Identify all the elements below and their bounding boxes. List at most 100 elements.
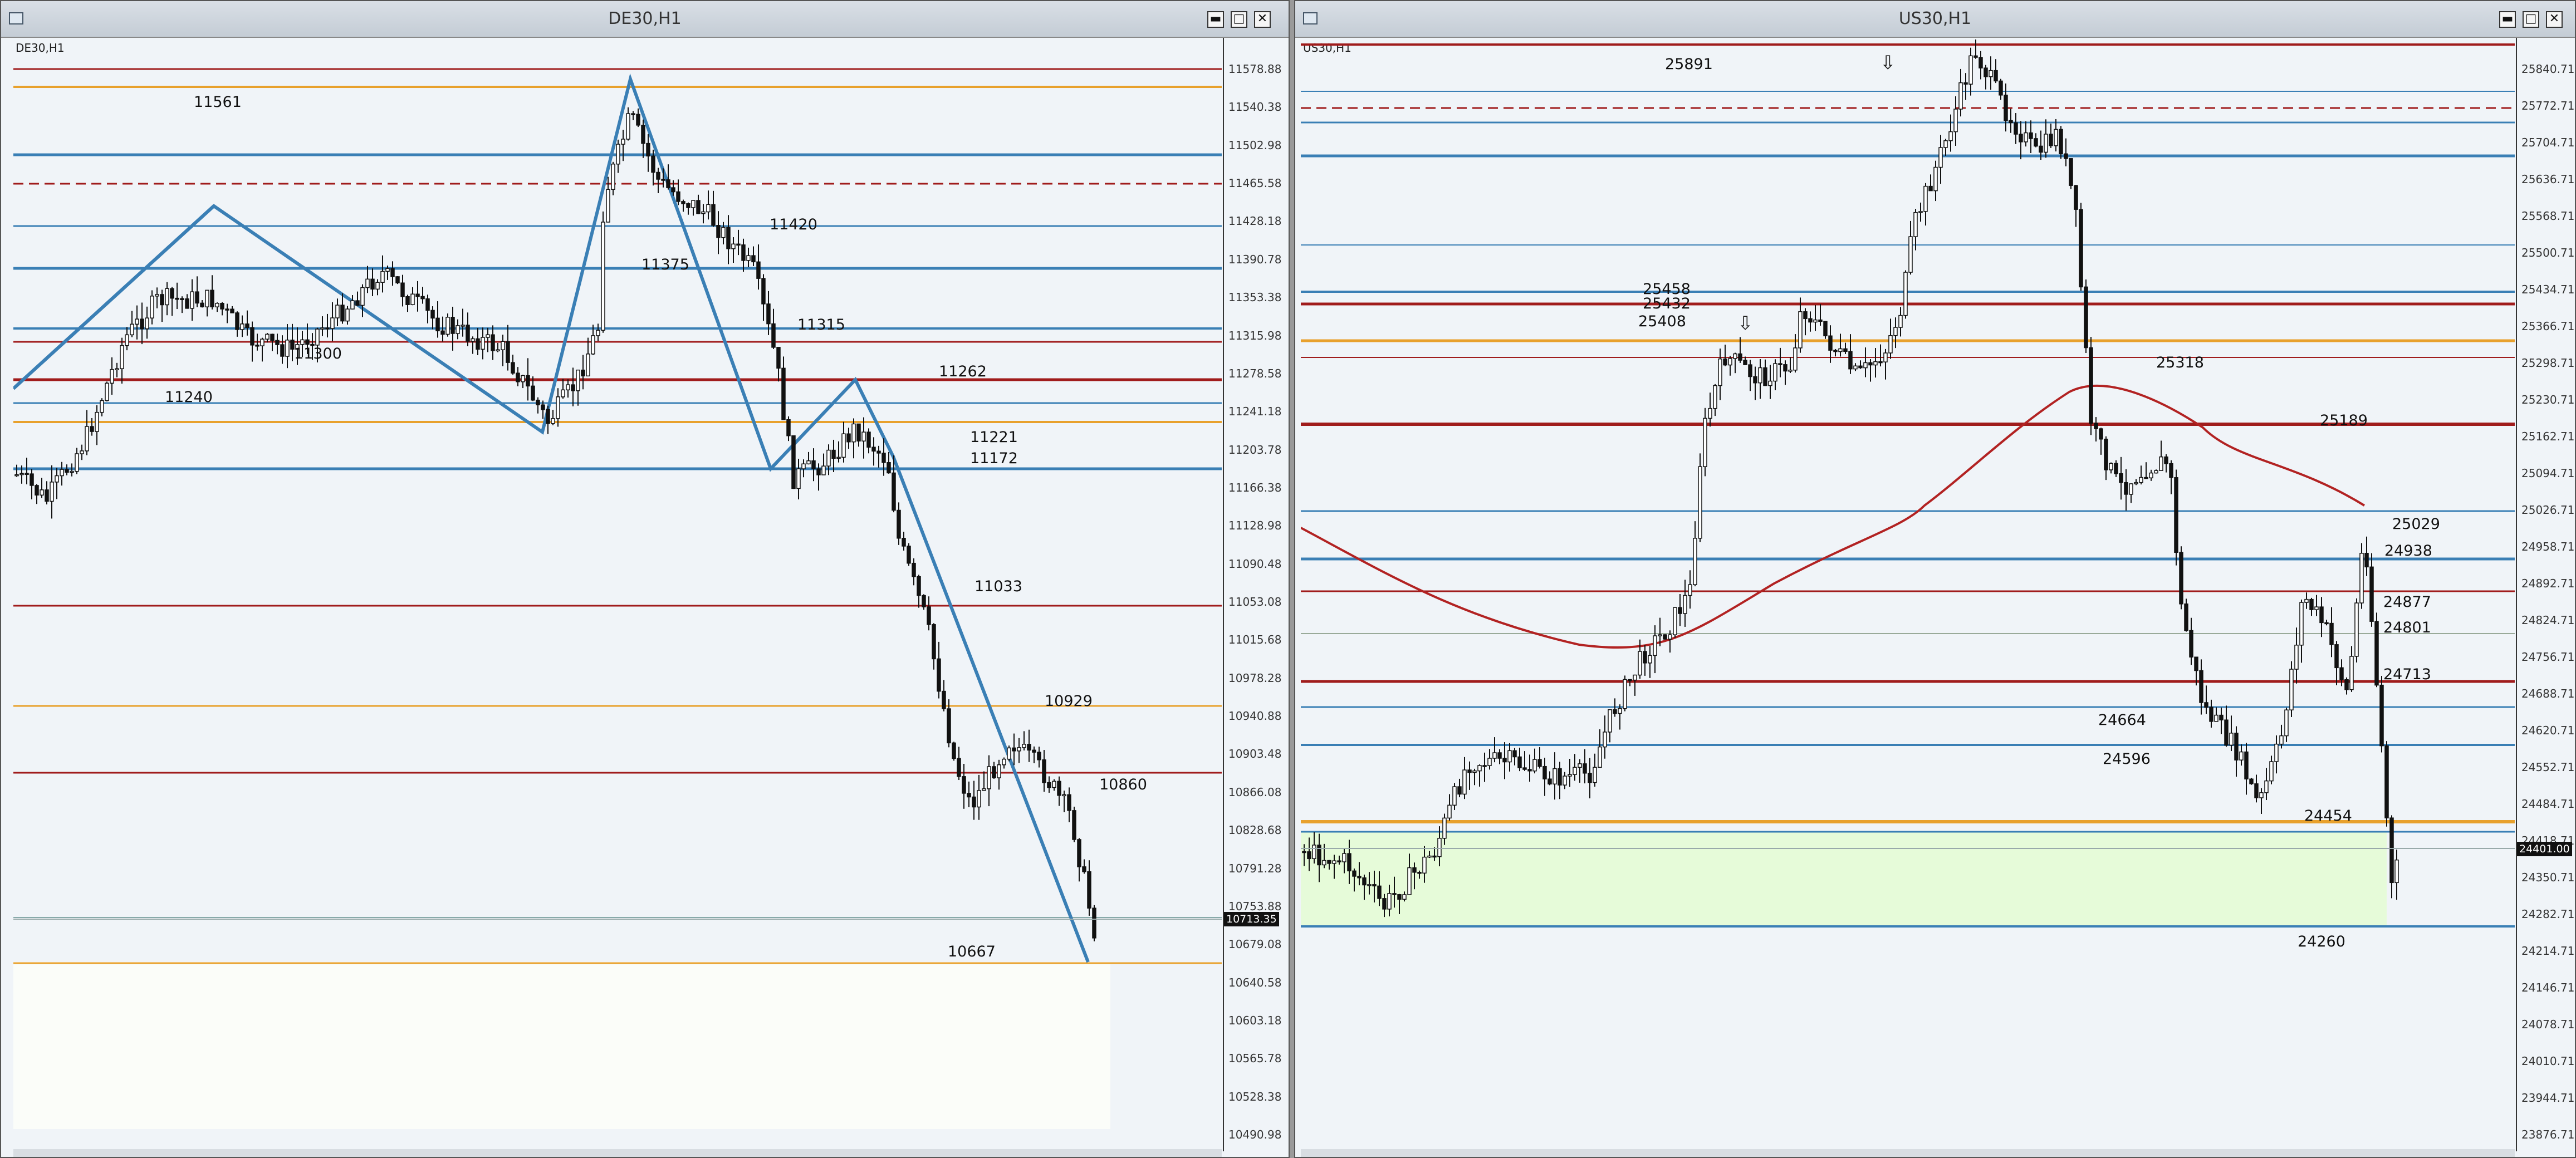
- candle-body: [95, 411, 99, 432]
- candle-body: [1007, 747, 1011, 760]
- candle-body: [1517, 756, 1522, 768]
- candle-body: [1618, 708, 1622, 714]
- candle-body: [1813, 319, 1818, 323]
- candle-body: [1713, 385, 1717, 409]
- candle-body: [2324, 622, 2329, 625]
- us30-horizontal-scroll[interactable]: [1301, 1149, 2515, 1157]
- level-label: 24454: [2304, 807, 2352, 825]
- price-tick-label: 11203.78: [1228, 443, 1282, 457]
- candle-body: [786, 419, 791, 436]
- candle-body: [1563, 776, 1567, 786]
- candle-body: [1422, 856, 1427, 874]
- candle-body: [175, 297, 179, 300]
- candle-body: [1948, 131, 1953, 141]
- current-price-marker: 24401.00: [2517, 842, 2572, 856]
- candle-body: [185, 298, 189, 309]
- candle-body: [1768, 380, 1772, 386]
- candle-body: [1573, 767, 1577, 775]
- minimize-button[interactable]: ▬: [1207, 11, 1224, 28]
- candle-body: [1989, 70, 1993, 77]
- level-label: 11033: [974, 578, 1022, 595]
- de30-chart-window[interactable]: DE30,H1 ▬ □ ✕ DE30,H1 11578.88 11540.38 11…: [0, 0, 1290, 1158]
- candle-body: [1057, 781, 1061, 796]
- candle-body: [265, 333, 270, 340]
- candle-body: [1427, 855, 1432, 858]
- de30-titlebar[interactable]: DE30,H1 ▬ □ ✕: [1, 1, 1289, 38]
- candle-body: [1908, 236, 1913, 273]
- candle-body: [596, 330, 600, 336]
- candle-body: [2089, 347, 2093, 424]
- price-tick-label: 10866.08: [1228, 785, 1282, 799]
- candle-body: [1723, 358, 1727, 366]
- candle-body: [2084, 286, 2088, 349]
- us30-chart-window[interactable]: US30,H1 ▬ □ ✕ US30,H1 ⇩ ⇩ 25840.71 25772.7…: [1294, 0, 2576, 1158]
- de30-price-axis[interactable]: 11578.88 11540.38 11502.98 11465.58 11428.18…: [1223, 38, 1282, 1151]
- candle-body: [972, 796, 976, 808]
- minimize-button[interactable]: ▬: [2499, 11, 2516, 28]
- candle-body: [2154, 470, 2158, 474]
- us30-titlebar[interactable]: US30,H1 ▬ □ ✕: [1295, 1, 2575, 38]
- candle-body: [1402, 894, 1407, 900]
- price-tick-label: 10828.68: [1228, 823, 1282, 837]
- candle-body: [2329, 622, 2334, 645]
- candle-body: [25, 473, 29, 475]
- maximize-button[interactable]: □: [1231, 11, 1247, 28]
- candle-body: [1482, 765, 1487, 767]
- candle-body: [942, 690, 946, 709]
- candle-body: [666, 179, 670, 188]
- candle-body: [1918, 211, 1923, 213]
- candle-body: [912, 562, 916, 577]
- candle-body: [1763, 367, 1767, 386]
- candle-body: [1042, 759, 1046, 783]
- close-button[interactable]: ✕: [1254, 11, 1271, 28]
- candle-body: [2314, 606, 2319, 610]
- candle-body: [836, 457, 841, 459]
- candle-body: [90, 426, 94, 432]
- candle-body: [1648, 655, 1652, 664]
- maximize-button[interactable]: □: [2523, 11, 2539, 28]
- current-price-marker: 10713.35: [1224, 912, 1279, 926]
- price-tick-label: 11502.98: [1228, 138, 1282, 152]
- candle-body: [55, 475, 59, 483]
- candle-body: [741, 244, 746, 261]
- candle-body: [1863, 362, 1868, 369]
- candle-body: [1848, 351, 1853, 370]
- us30-window-title: US30,H1: [1898, 9, 1972, 28]
- candle-body: [571, 384, 575, 391]
- candle-body: [1873, 361, 1878, 366]
- candle-body: [2279, 735, 2284, 745]
- candle-body: [771, 323, 776, 348]
- close-button[interactable]: ✕: [2546, 11, 2563, 28]
- candle-body: [180, 298, 184, 301]
- candle-body: [696, 200, 701, 214]
- price-tick-label: 11428.18: [1228, 214, 1282, 228]
- candle-body: [2284, 709, 2289, 737]
- level-label: 11300: [294, 345, 342, 362]
- candle-body: [591, 335, 595, 355]
- candle-body: [456, 325, 460, 334]
- candle-body: [1994, 70, 1998, 82]
- candle-body: [65, 469, 69, 473]
- candle-body: [576, 369, 580, 391]
- candle-body: [35, 485, 39, 496]
- us30-price-plot[interactable]: ⇩⇩: [1301, 38, 2515, 1151]
- candle-body: [2309, 598, 2314, 610]
- candle-body: [2269, 761, 2274, 782]
- candle-body: [2099, 428, 2103, 440]
- price-tick-label: 11353.38: [1228, 291, 1282, 305]
- level-label: 24260: [2298, 933, 2345, 950]
- candle-body: [110, 369, 114, 384]
- candle-body: [145, 317, 149, 330]
- down-arrow-icon: ⇩: [1737, 312, 1754, 335]
- de30-price-plot[interactable]: [13, 38, 1222, 1151]
- candle-body: [987, 766, 991, 789]
- candle-body: [2354, 602, 2359, 657]
- candle-body: [2024, 132, 2028, 143]
- de30-horizontal-scroll[interactable]: [13, 1149, 1222, 1157]
- candle-body: [1893, 327, 1898, 336]
- candle-body: [1878, 361, 1883, 364]
- candle-body: [1943, 140, 1948, 148]
- candle-body: [2244, 751, 2249, 780]
- us30-price-axis[interactable]: 25840.71 25772.71 25704.71 25636.71 25568.71…: [2516, 38, 2575, 1151]
- price-tick-label: 25704.71: [2521, 136, 2575, 149]
